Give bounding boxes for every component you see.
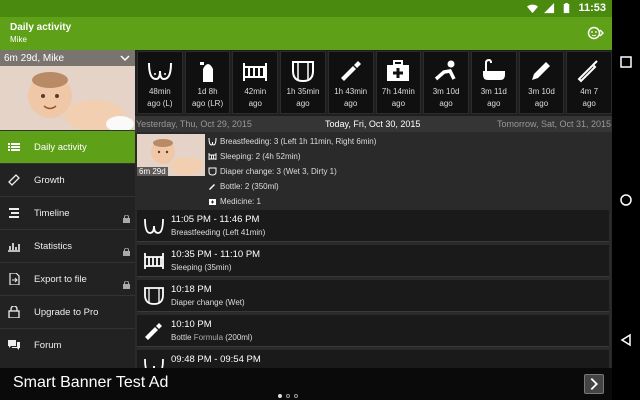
- profile-header[interactable]: 6m 29d, Mike: [0, 50, 135, 130]
- page-dot: [294, 394, 298, 398]
- page-title: Daily activity: [10, 22, 72, 33]
- nav-item-growth[interactable]: Growth: [0, 163, 135, 196]
- export-icon: [9, 273, 20, 285]
- diaper-icon: [291, 61, 314, 83]
- diaper-icon: [208, 167, 217, 176]
- lock-icon: [8, 306, 20, 318]
- pump-icon: [199, 62, 213, 82]
- back-icon[interactable]: [619, 333, 633, 347]
- event-row[interactable]: 10:18 PM Diaper change (Wet): [137, 280, 609, 312]
- bath-icon: [482, 58, 505, 80]
- nav-item-label: Statistics: [34, 240, 73, 252]
- lock-icon: [123, 281, 130, 289]
- nav-item-label: Timeline: [34, 207, 70, 219]
- nav-item-forum[interactable]: Forum: [0, 328, 135, 361]
- ad-text: Smart Banner Test Ad: [13, 374, 169, 391]
- crawl-icon: [434, 60, 456, 81]
- nav-item-statistics[interactable]: Statistics: [0, 229, 135, 262]
- chevron-down-icon[interactable]: [119, 52, 131, 64]
- event-row[interactable]: 11:05 PM - 11:46 PM Breastfeeding (Left …: [137, 210, 609, 242]
- current-day-label: Today, Fri, Oct 30, 2015: [325, 119, 421, 129]
- navigation-drawer: 6m 29d, Mike Daily activity Growth Timel…: [0, 50, 135, 368]
- daily-summary: 6m 29d Breastfeeding: 3 (Left 1h 11min, …: [135, 132, 612, 210]
- timeline-icon: [9, 208, 19, 218]
- quick-note-button[interactable]: 3m 10d ago: [518, 51, 565, 114]
- nav-item-label: Growth: [34, 174, 65, 186]
- nav-item-upgrade[interactable]: Upgrade to Pro: [0, 295, 135, 328]
- quick-breastfeeding-button[interactable]: 48min ago (L): [137, 51, 183, 114]
- ad-banner[interactable]: Smart Banner Test Ad: [0, 368, 612, 400]
- medicine-icon: [387, 60, 410, 81]
- summary-diaper: Diaper change: 3 (Wet 3, Dirty 1): [208, 167, 337, 176]
- summary-photo: 6m 29d: [137, 134, 205, 176]
- breastfeeding-icon: [144, 358, 164, 368]
- quick-temperature-button[interactable]: 4m 7 ago: [566, 51, 612, 114]
- crib-icon: [208, 153, 217, 160]
- list-icon: [8, 143, 20, 151]
- quick-add-bar: 48min ago (L) 1d 8h ago (LR) 42min ago 1h 3…: [135, 50, 612, 116]
- summary-bottle: Bottle: 2 (350ml): [208, 182, 279, 191]
- event-row[interactable]: 09:48 PM - 09:54 PM: [137, 350, 609, 368]
- quick-sleep-button[interactable]: 42min ago: [232, 51, 279, 114]
- recents-icon[interactable]: [619, 55, 633, 69]
- page-dot: [278, 394, 282, 398]
- date-navigator: Yesterday, Thu, Oct 29, 2015 Today, Fri,…: [135, 116, 612, 132]
- child-name: Mike: [10, 35, 27, 44]
- bottle-icon: [145, 323, 162, 340]
- medicine-icon: [209, 199, 216, 205]
- quick-bath-button[interactable]: 3m 11d ago: [470, 51, 517, 114]
- ad-open-button[interactable]: [584, 374, 604, 394]
- nav-item-timeline[interactable]: Timeline: [0, 196, 135, 229]
- nav-item-export[interactable]: Export to file: [0, 262, 135, 295]
- nav-item-label: Export to file: [34, 273, 87, 285]
- main-content: 48min ago (L) 1d 8h ago (LR) 42min ago 1h 3…: [135, 50, 612, 368]
- summary-breastfeeding: Breastfeeding: 3 (Left 1h 11min, Right 6…: [208, 137, 376, 146]
- summary-sleeping: Sleeping: 2 (4h 52min): [208, 152, 301, 161]
- breastfeeding-icon: [208, 137, 217, 146]
- battery-icon: [564, 2, 570, 13]
- next-day-link[interactable]: Tomorrow, Sat, Oct 31, 2015: [497, 119, 611, 129]
- quick-medicine-button[interactable]: 7h 14min ago: [375, 51, 422, 114]
- quick-bottle-button[interactable]: 1h 43min ago: [327, 51, 374, 114]
- baby-photo: [0, 66, 135, 130]
- summary-age: 6m 29d: [137, 167, 168, 176]
- signal-icon: [544, 2, 555, 13]
- bottle-icon: [209, 184, 215, 190]
- wifi-icon: [527, 4, 539, 13]
- breastfeeding-icon: [147, 62, 172, 81]
- page-indicator: [278, 394, 298, 398]
- forum-icon: [8, 340, 20, 350]
- chart-icon: [8, 243, 20, 252]
- event-row[interactable]: 10:35 PM - 11:10 PM Sleeping (35min): [137, 245, 609, 277]
- breastfeeding-icon: [144, 218, 164, 234]
- bottle-icon: [340, 61, 361, 81]
- page-dot: [286, 394, 290, 398]
- nav-item-label: Forum: [34, 339, 62, 351]
- quick-pump-button[interactable]: 1d 8h ago (LR): [184, 51, 231, 114]
- pencil-icon: [532, 62, 551, 80]
- diaper-icon: [144, 287, 164, 305]
- thermometer-icon: [577, 60, 598, 83]
- status-bar: 11:53: [0, 0, 612, 17]
- nav-item-daily-activity[interactable]: Daily activity: [0, 130, 135, 163]
- home-icon[interactable]: [619, 193, 633, 207]
- nav-item-label: Upgrade to Pro: [34, 306, 99, 318]
- previous-day-link[interactable]: Yesterday, Thu, Oct 29, 2015: [136, 119, 252, 129]
- ruler-icon: [8, 174, 20, 186]
- profile-name: 6m 29d, Mike: [4, 53, 65, 64]
- crib-icon: [243, 63, 268, 81]
- summary-medicine: Medicine: 1: [208, 197, 261, 206]
- quick-diaper-button[interactable]: 1h 35min ago: [280, 51, 326, 114]
- event-row[interactable]: 10:10 PM Bottle Formula (200ml): [137, 315, 609, 347]
- clock: 11:53: [578, 2, 606, 14]
- action-bar: Daily activity Mike: [0, 17, 612, 50]
- crib-icon: [144, 253, 164, 269]
- lock-icon: [123, 215, 130, 223]
- system-navigation-bar: [612, 0, 640, 400]
- baby-switch-icon[interactable]: [586, 25, 604, 41]
- lock-icon: [123, 248, 130, 256]
- nav-item-label: Daily activity: [34, 141, 87, 153]
- quick-activity-button[interactable]: 3m 10d ago: [423, 51, 469, 114]
